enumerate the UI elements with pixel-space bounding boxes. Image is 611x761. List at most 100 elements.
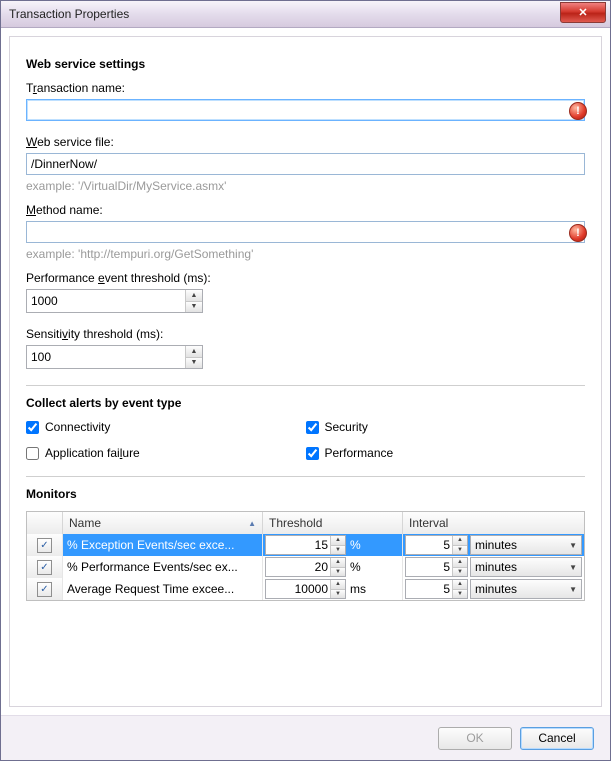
dialog-window: Transaction Properties ✕ Web service set… — [0, 0, 611, 761]
row-name: % Performance Events/sec ex... — [63, 556, 263, 578]
spin-down-icon[interactable]: ▼ — [331, 568, 345, 577]
method-hint: example: 'http://tempuri.org/GetSomethin… — [26, 247, 585, 261]
col-interval[interactable]: Interval — [403, 512, 584, 534]
interval-spinner[interactable]: ▲▼ — [405, 557, 468, 577]
spin-up-icon[interactable]: ▲ — [186, 290, 202, 302]
interval-input[interactable] — [406, 580, 452, 598]
threshold-unit: % — [346, 538, 384, 552]
chevron-down-icon: ▼ — [569, 563, 577, 572]
spin-down-icon[interactable]: ▼ — [453, 568, 467, 577]
threshold-spinner[interactable]: ▲▼ — [265, 557, 346, 577]
chevron-down-icon: ▼ — [569, 541, 577, 550]
row-interval: ▲▼minutes▼ — [403, 578, 584, 600]
table-row[interactable]: ✓% Performance Events/sec ex...▲▼%▲▼minu… — [27, 556, 584, 578]
monitors-table: Name▲ Threshold Interval ✓ % Exception Ev… — [26, 511, 585, 601]
spin-up-icon[interactable]: ▲ — [331, 580, 345, 590]
row-threshold: ▲▼% — [263, 556, 403, 578]
chk-app-failure[interactable]: Application failure — [26, 446, 306, 460]
row-checkbox[interactable]: ✓ — [37, 582, 52, 597]
sens-threshold-input[interactable] — [27, 346, 185, 368]
row-name: % Exception Events/sec exce... — [63, 534, 263, 556]
ws-file-input[interactable] — [26, 153, 585, 175]
method-input[interactable] — [26, 221, 585, 243]
table-row[interactable]: ✓% Exception Events/sec exce...▲▼%▲▼minu… — [27, 534, 584, 556]
perf-threshold-spinner[interactable]: ▲▼ — [26, 289, 203, 313]
row-name: Average Request Time excee... — [63, 578, 263, 600]
interval-spinner[interactable]: ▲▼ — [405, 579, 468, 599]
dialog-footer: OK Cancel — [1, 715, 610, 760]
spin-down-icon[interactable]: ▼ — [453, 590, 467, 599]
perf-threshold-input[interactable] — [27, 290, 185, 312]
error-icon: ! — [569, 102, 587, 120]
interval-unit-combo[interactable]: minutes ▼ — [470, 579, 582, 599]
chk-performance[interactable]: Performance — [306, 446, 586, 460]
section-alerts-title: Collect alerts by event type — [26, 396, 585, 410]
col-threshold[interactable]: Threshold — [263, 512, 403, 534]
ok-button[interactable]: OK — [438, 727, 512, 750]
section-web-title: Web service settings — [26, 57, 585, 71]
spin-up-icon[interactable]: ▲ — [453, 580, 467, 590]
interval-unit-value: minutes — [475, 560, 517, 574]
method-label: Method name: — [26, 203, 585, 217]
close-button[interactable]: ✕ — [560, 2, 606, 23]
cancel-button[interactable]: Cancel — [520, 727, 594, 750]
spin-up-icon[interactable]: ▲ — [453, 558, 467, 568]
row-check-cell: ✓ — [27, 578, 63, 600]
row-interval: ▲▼minutes▼ — [403, 556, 584, 578]
ws-file-hint: example: '/VirtualDir/MyService.asmx' — [26, 179, 585, 193]
interval-unit-combo[interactable]: minutes ▼ — [470, 557, 582, 577]
ws-file-label: Web service file: — [26, 135, 585, 149]
threshold-input[interactable] — [266, 580, 330, 598]
interval-unit-value: minutes — [475, 582, 517, 596]
threshold-input[interactable] — [266, 558, 330, 576]
chk-connectivity-box[interactable] — [26, 421, 39, 434]
threshold-spinner[interactable]: ▲▼ — [265, 579, 346, 599]
spin-up-icon[interactable]: ▲ — [331, 558, 345, 568]
interval-input[interactable] — [406, 558, 452, 576]
spin-down-icon[interactable]: ▼ — [186, 302, 202, 313]
spin-up-icon[interactable]: ▲ — [186, 346, 202, 358]
spin-down-icon[interactable]: ▼ — [331, 546, 345, 555]
col-check[interactable] — [27, 512, 63, 534]
row-checkbox[interactable]: ✓ — [37, 560, 52, 575]
threshold-spinner[interactable]: ▲▼ — [265, 535, 346, 555]
separator — [26, 385, 585, 386]
chk-security[interactable]: Security — [306, 420, 586, 434]
table-row[interactable]: ✓Average Request Time excee...▲▼ms▲▼minu… — [27, 578, 584, 600]
chk-performance-box[interactable] — [306, 447, 319, 460]
row-check-cell: ✓ — [27, 556, 63, 578]
chk-app-failure-box[interactable] — [26, 447, 39, 460]
spin-down-icon[interactable]: ▼ — [186, 358, 202, 369]
col-name[interactable]: Name▲ — [63, 512, 263, 534]
spin-up-icon[interactable]: ▲ — [331, 536, 345, 546]
tx-name-label: Transaction name: — [26, 81, 585, 95]
row-checkbox[interactable]: ✓ — [37, 538, 52, 553]
titlebar: Transaction Properties ✕ — [1, 1, 610, 28]
window-title: Transaction Properties — [9, 7, 129, 21]
content-area: Web service settings Transaction name: !… — [9, 36, 602, 707]
error-icon: ! — [569, 224, 587, 242]
spin-down-icon[interactable]: ▼ — [453, 546, 467, 555]
sort-asc-icon: ▲ — [248, 519, 256, 528]
row-check-cell: ✓ — [27, 534, 63, 556]
threshold-input[interactable] — [266, 536, 330, 554]
separator — [26, 476, 585, 477]
chevron-down-icon: ▼ — [569, 585, 577, 594]
tx-name-input[interactable] — [26, 99, 585, 121]
interval-input[interactable] — [406, 536, 452, 554]
chk-security-box[interactable] — [306, 421, 319, 434]
row-threshold: ▲▼ms — [263, 578, 403, 600]
sens-threshold-spinner[interactable]: ▲▼ — [26, 345, 203, 369]
threshold-unit: ms — [346, 582, 384, 596]
row-threshold: ▲▼% — [263, 534, 403, 556]
interval-spinner[interactable]: ▲▼ — [405, 535, 468, 555]
close-icon: ✕ — [578, 6, 587, 19]
interval-unit-combo[interactable]: minutes▼ — [470, 535, 582, 555]
threshold-unit: % — [346, 560, 384, 574]
chk-connectivity[interactable]: Connectivity — [26, 420, 306, 434]
sens-label: Sensitivity threshold (ms): — [26, 327, 585, 341]
spin-down-icon[interactable]: ▼ — [331, 590, 345, 599]
perf-label: Performance event threshold (ms): — [26, 271, 585, 285]
row-interval: ▲▼minutes▼ — [403, 534, 584, 556]
spin-up-icon[interactable]: ▲ — [453, 536, 467, 546]
